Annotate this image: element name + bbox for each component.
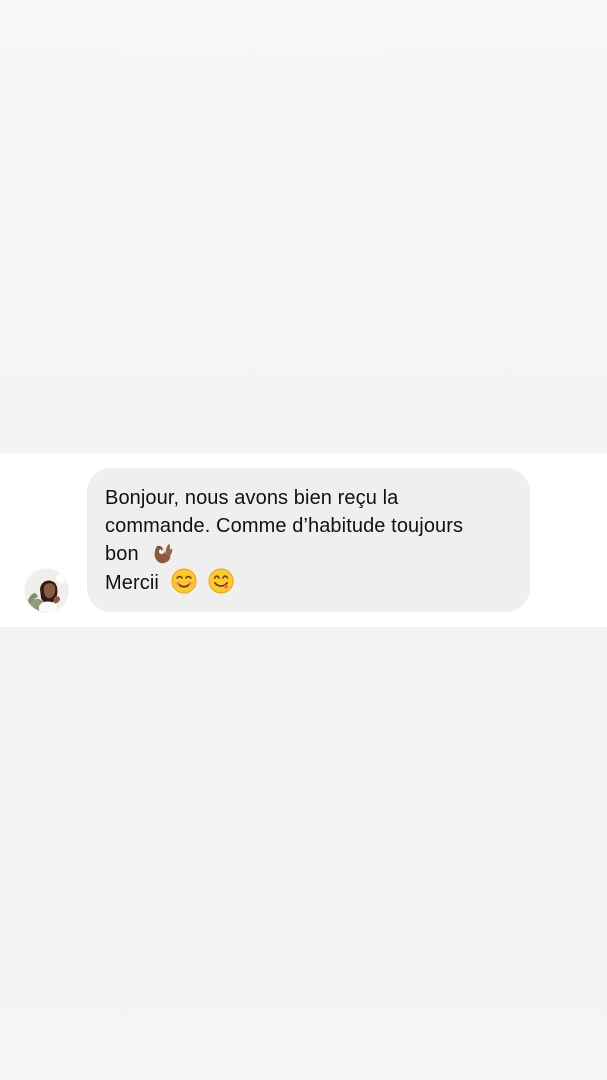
message-line-3: bon: [105, 540, 512, 568]
message-line-2: commande. Comme d’habitude toujours: [105, 515, 464, 537]
message-line-1: Bonjour, nous avons bien reçu la: [105, 487, 399, 509]
contact-avatar-icon[interactable]: [25, 569, 68, 612]
chat-screen: Bonjour, nous avons bien reçu la command…: [0, 0, 607, 1080]
incoming-message-bubble[interactable]: Bonjour, nous avons bien reçu la command…: [87, 468, 530, 612]
message-text: Bonjour, nous avons bien reçu la command…: [105, 484, 512, 597]
message-line-4: Mercii: [105, 568, 512, 597]
blank-chat-area-bottom: [0, 627, 607, 1080]
message-text-mercii: Mercii: [105, 572, 159, 594]
blank-chat-area-top: [0, 0, 607, 453]
face-savoring-food-emoji-icon: [208, 568, 234, 594]
message-text-bon: bon: [105, 543, 139, 565]
smiling-face-emoji-icon: [171, 568, 197, 594]
ok-hand-emoji-icon: [150, 541, 174, 565]
